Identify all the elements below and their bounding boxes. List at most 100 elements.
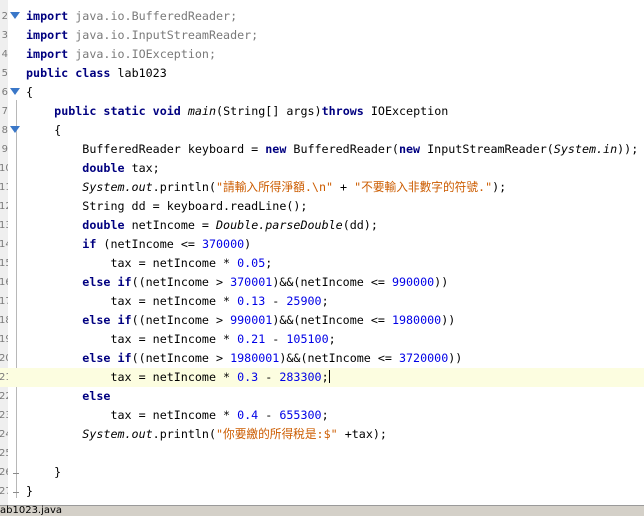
- code-text[interactable]: if (netIncome <= 370000): [26, 237, 251, 252]
- code-line[interactable]: 12 String dd = keyboard.readLine();: [0, 197, 644, 216]
- code-text[interactable]: else if((netIncome > 1980001)&&(netIncom…: [26, 351, 462, 366]
- code-text[interactable]: }: [26, 465, 61, 480]
- code-text[interactable]: {: [26, 85, 33, 100]
- code-line[interactable]: 24 System.out.println("你要繳的所得稅是:$" +tax)…: [0, 425, 644, 444]
- code-token: 0.21: [237, 332, 266, 346]
- code-text[interactable]: public class lab1023: [26, 66, 167, 81]
- line-number: 23: [0, 410, 8, 421]
- code-line[interactable]: 22 else: [0, 387, 644, 406]
- code-token: tax = netIncome *: [26, 408, 238, 422]
- code-token: main: [187, 104, 217, 118]
- code-token: public static void: [54, 104, 181, 118]
- code-token: import: [26, 28, 69, 42]
- code-text[interactable]: else: [26, 389, 110, 404]
- code-text[interactable]: import java.io.InputStreamReader;: [26, 28, 258, 43]
- code-token: {: [26, 85, 34, 99]
- code-token: tax = netIncome *: [26, 294, 238, 308]
- code-token: -: [265, 332, 287, 346]
- code-text[interactable]: else if((netIncome > 990001)&&(netIncome…: [26, 313, 455, 328]
- code-line[interactable]: 3 import java.io.InputStreamReader;: [0, 26, 644, 45]
- code-line[interactable]: 21 tax = netIncome * 0.3 - 283300;: [0, 368, 644, 387]
- code-line[interactable]: 20 else if((netIncome > 1980001)&&(netIn…: [0, 349, 644, 368]
- code-line[interactable]: 2 import java.io.BufferedReader;: [0, 7, 644, 26]
- code-line[interactable]: 19 tax = netIncome * 0.21 - 105100;: [0, 330, 644, 349]
- code-token: import: [26, 47, 69, 61]
- code-text[interactable]: String dd = keyboard.readLine();: [26, 199, 307, 214]
- code-line[interactable]: 5 public class lab1023: [0, 64, 644, 83]
- code-line[interactable]: 13 double netIncome = Double.parseDouble…: [0, 216, 644, 235]
- code-token: netIncome =: [124, 218, 217, 232]
- code-token: ));: [617, 142, 639, 156]
- code-text[interactable]: {: [26, 123, 61, 138]
- code-line[interactable]: 18 else if((netIncome > 990001)&&(netInc…: [0, 311, 644, 330]
- fold-toggle-icon[interactable]: [10, 88, 20, 95]
- code-token: -: [258, 408, 280, 422]
- code-text[interactable]: System.out.println("請輸入所得淨額.\n" + "不要輸入非…: [26, 180, 506, 195]
- code-line[interactable]: 8 {: [0, 121, 644, 140]
- code-line[interactable]: 23 tax = netIncome * 0.4 - 655300;: [0, 406, 644, 425]
- line-number: 15: [0, 258, 8, 269]
- code-line[interactable]: 27}: [0, 482, 644, 501]
- code-token: 0.3: [237, 370, 259, 384]
- code-token: tax = netIncome *: [26, 332, 238, 346]
- code-line[interactable]: 25: [0, 444, 644, 463]
- code-text[interactable]: System.out.println("你要繳的所得稅是:$" +tax);: [26, 427, 387, 442]
- code-line[interactable]: 14 if (netIncome <= 370000): [0, 235, 644, 254]
- code-token: ;: [321, 408, 329, 422]
- code-text[interactable]: tax = netIncome * 0.3 - 283300;: [26, 370, 330, 385]
- code-text[interactable]: tax = netIncome * 0.05;: [26, 256, 272, 271]
- code-text[interactable]: public static void main(String[] args)th…: [26, 104, 448, 119]
- line-number: 2: [1, 11, 8, 22]
- code-token: java.io.BufferedReader;: [68, 9, 238, 23]
- line-number: 8: [1, 125, 8, 136]
- code-text[interactable]: tax = netIncome * 0.21 - 105100;: [26, 332, 335, 347]
- code-token: ;: [321, 370, 329, 384]
- code-token: else if: [82, 313, 132, 327]
- line-number: 4: [1, 49, 8, 60]
- code-line[interactable]: 17 tax = netIncome * 0.13 - 25900;: [0, 292, 644, 311]
- code-line[interactable]: 9 BufferedReader keyboard = new Buffered…: [0, 140, 644, 159]
- code-token: new: [398, 142, 421, 156]
- code-token: 25900: [286, 294, 322, 308]
- line-number: 25: [0, 448, 8, 459]
- code-line[interactable]: 26 }: [0, 463, 644, 482]
- code-editor[interactable]: 2 import java.io.BufferedReader; 3 import j…: [0, 0, 644, 505]
- code-token: "你要繳的所得稅是:$": [216, 427, 338, 441]
- code-line[interactable]: 7 public static void main(String[] args)…: [0, 102, 644, 121]
- fold-toggle-icon[interactable]: [10, 12, 20, 19]
- code-text[interactable]: }: [26, 484, 33, 499]
- code-token: 0.4: [237, 408, 259, 422]
- code-text[interactable]: import java.io.BufferedReader;: [26, 9, 237, 24]
- code-line[interactable]: 6{: [0, 83, 644, 102]
- file-tab-label[interactable]: ab1023.java: [0, 505, 62, 516]
- code-token: tax = netIncome *: [26, 370, 238, 384]
- line-number: 9: [1, 144, 8, 155]
- line-number: 16: [0, 277, 8, 288]
- code-text[interactable]: else if((netIncome > 370001)&&(netIncome…: [26, 275, 448, 290]
- code-line[interactable]: 16 else if((netIncome > 370001)&&(netInc…: [0, 273, 644, 292]
- code-token: new: [265, 142, 287, 156]
- code-line[interactable]: 10 double tax;: [0, 159, 644, 178]
- fold-toggle-icon[interactable]: [10, 126, 20, 133]
- code-text[interactable]: tax = netIncome * 0.4 - 655300;: [26, 408, 329, 423]
- code-line[interactable]: 15 tax = netIncome * 0.05;: [0, 254, 644, 273]
- code-token: .println(: [152, 180, 217, 194]
- code-token: BufferedReader keyboard =: [26, 142, 266, 156]
- code-token: )&&(netIncome <=: [279, 351, 399, 365]
- code-line[interactable]: 4 import java.io.IOException;: [0, 45, 644, 64]
- code-text[interactable]: BufferedReader keyboard = new BufferedRe…: [26, 142, 638, 157]
- code-line[interactable]: 11 System.out.println("請輸入所得淨額.\n" + "不要…: [0, 178, 644, 197]
- code-token: 370000: [201, 237, 245, 251]
- code-token: IOException: [363, 104, 449, 118]
- code-token: 990001: [230, 313, 273, 327]
- code-text[interactable]: import java.io.IOException;: [26, 47, 216, 62]
- code-text[interactable]: double netIncome = Double.parseDouble(dd…: [26, 218, 378, 233]
- code-text[interactable]: tax = netIncome * 0.13 - 25900;: [26, 294, 328, 309]
- code-text[interactable]: double tax;: [26, 161, 159, 176]
